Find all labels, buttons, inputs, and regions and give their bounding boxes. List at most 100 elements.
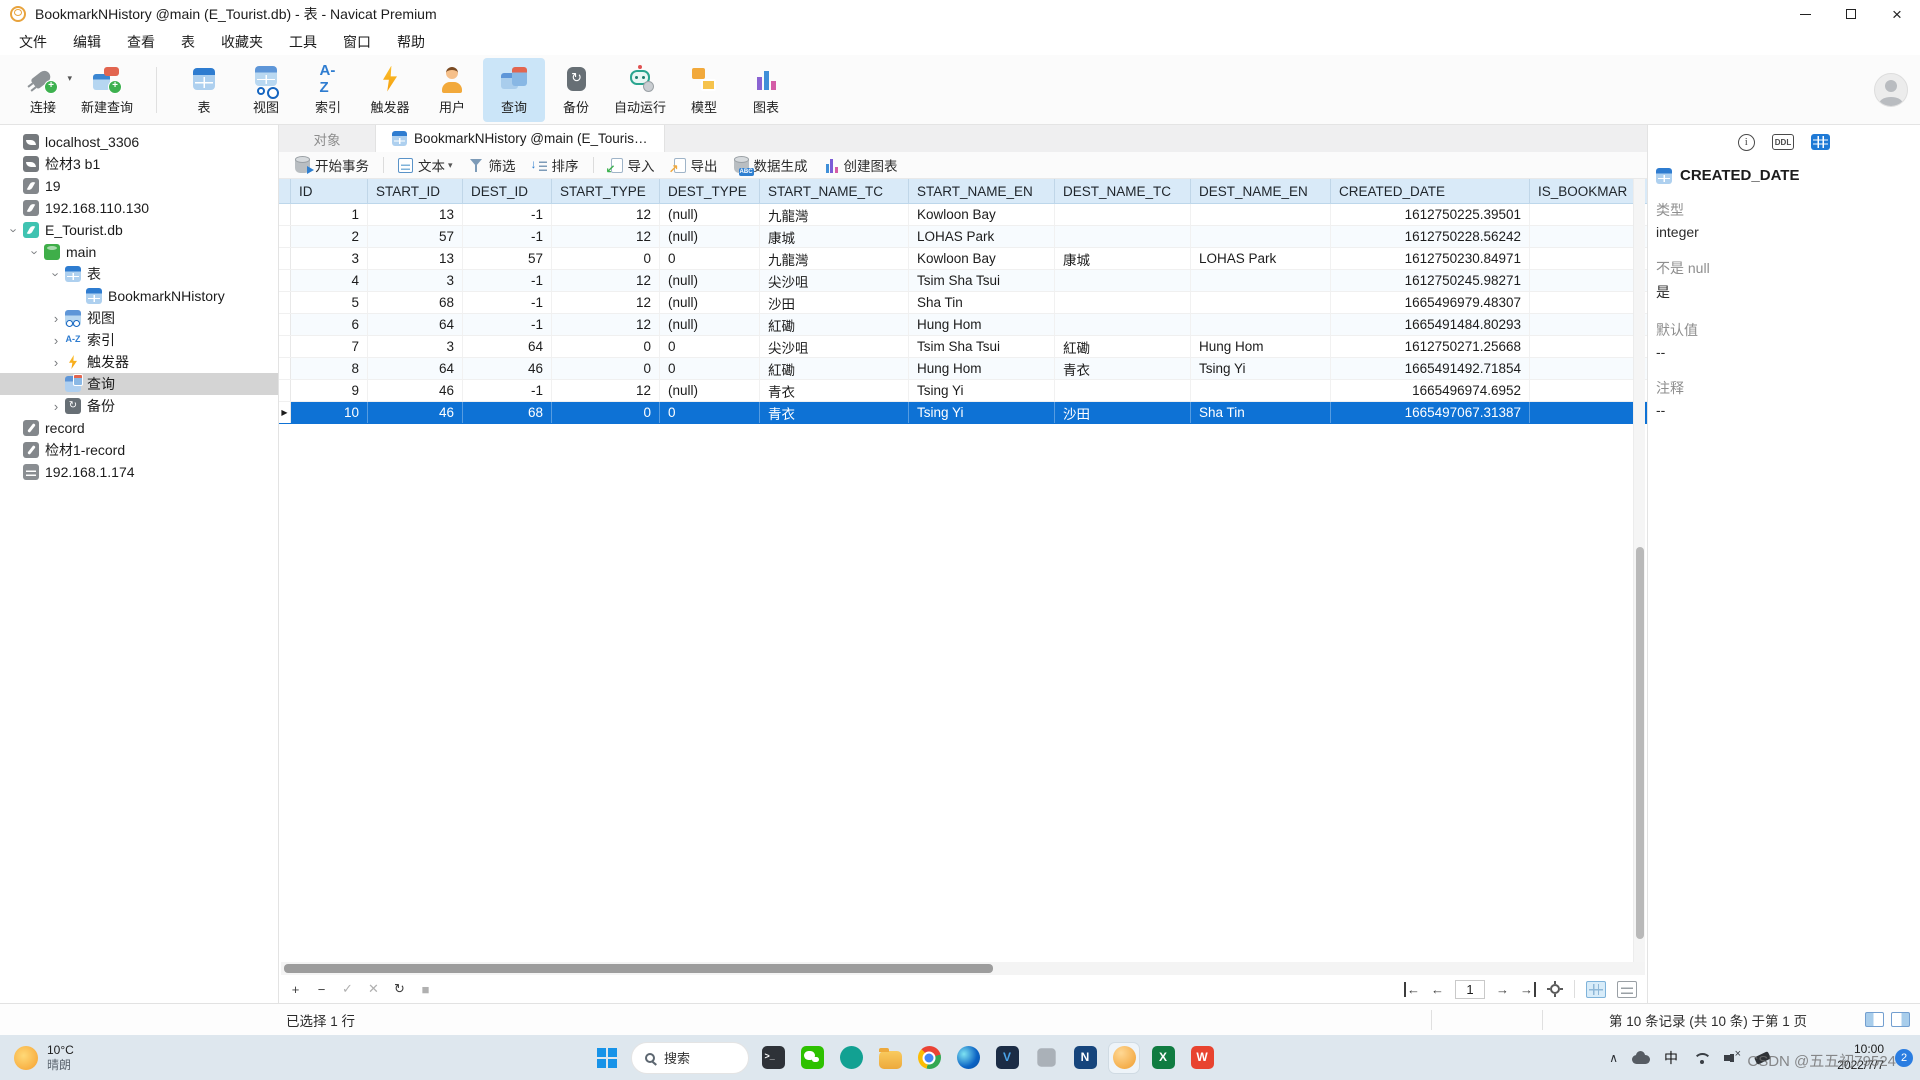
app-teal-icon[interactable]: [836, 1043, 866, 1073]
navicat-icon[interactable]: [1070, 1043, 1100, 1073]
tree-item[interactable]: localhost_3306: [0, 131, 278, 153]
wechat-icon[interactable]: [797, 1043, 827, 1073]
grid-cell[interactable]: [1530, 292, 1647, 313]
grid-cell[interactable]: 康城: [760, 226, 909, 247]
notification-badge[interactable]: 2: [1895, 1049, 1913, 1067]
tree-item[interactable]: 查询: [0, 373, 278, 395]
table-row[interactable]: 946-112(null)青衣Tsing Yi1665496974.6952: [279, 380, 1647, 402]
column-header[interactable]: ID: [291, 179, 368, 203]
grid-cell[interactable]: -1: [463, 314, 552, 335]
tree-item[interactable]: ›E_Tourist.db: [0, 219, 278, 241]
grid-cell[interactable]: [1530, 336, 1647, 357]
volume-muted-icon[interactable]: [1724, 1052, 1741, 1064]
excel-icon[interactable]: [1148, 1043, 1178, 1073]
table-row[interactable]: 113-112(null)九龍灣Kowloon Bay1612750225.39…: [279, 204, 1647, 226]
toolbar-button-connection[interactable]: ▾连接: [12, 58, 74, 122]
grid-cell[interactable]: 1612750228.56242: [1331, 226, 1530, 247]
app-gray-icon[interactable]: [1031, 1043, 1061, 1073]
tree-item[interactable]: 192.168.110.130: [0, 197, 278, 219]
grid-cell[interactable]: [1191, 270, 1331, 291]
column-header[interactable]: CREATED_DATE: [1331, 179, 1530, 203]
grid-cell[interactable]: 64: [368, 314, 463, 335]
grid-cell[interactable]: 1665496979.48307: [1331, 292, 1530, 313]
gridtoolbar-button-export[interactable]: 导出: [663, 152, 726, 178]
grid-cell[interactable]: Kowloon Bay: [909, 204, 1055, 225]
grid-cell[interactable]: [1055, 380, 1191, 401]
menu-item[interactable]: 收藏夹: [208, 29, 276, 55]
grid-cell[interactable]: 1612750225.39501: [1331, 204, 1530, 225]
grid-cell[interactable]: [1191, 380, 1331, 401]
grid-cell[interactable]: 57: [368, 226, 463, 247]
grid-cell[interactable]: 46: [463, 358, 552, 379]
close-button[interactable]: ×: [1874, 0, 1920, 28]
previous-page-button[interactable]: [1431, 982, 1444, 997]
taskbar-search[interactable]: 搜索: [631, 1042, 749, 1074]
tree-item[interactable]: ›触发器: [0, 351, 278, 373]
table-row[interactable]: 736400尖沙咀Tsim Sha Tsui紅磡Hung Hom16127502…: [279, 336, 1647, 358]
grid-cell[interactable]: (null): [660, 270, 760, 291]
tree-item[interactable]: BookmarkNHistory: [0, 285, 278, 307]
toolbar-button-view[interactable]: 视图: [235, 58, 297, 122]
delete-record-button[interactable]: −: [315, 982, 328, 997]
grid-cell[interactable]: 1665491492.71854: [1331, 358, 1530, 379]
grid-cell[interactable]: (null): [660, 204, 760, 225]
horizontal-scrollbar-thumb[interactable]: [284, 964, 993, 973]
gridtoolbar-button-data-generation[interactable]: 数据生成: [726, 152, 816, 178]
grid-cell[interactable]: Tsim Sha Tsui: [909, 336, 1055, 357]
menu-item[interactable]: 工具: [276, 29, 330, 55]
grid-cell[interactable]: 57: [463, 248, 552, 269]
tree-item[interactable]: 192.168.1.174: [0, 461, 278, 483]
info-icon[interactable]: [1738, 134, 1755, 151]
minimize-button[interactable]: [1782, 0, 1828, 28]
gridtoolbar-button-sort[interactable]: 排序: [524, 152, 587, 178]
grid-cell[interactable]: [1530, 402, 1647, 423]
table-row[interactable]: 664-112(null)紅磡Hung Hom1665491484.80293: [279, 314, 1647, 336]
add-record-button[interactable]: +: [289, 982, 302, 997]
table-row[interactable]: 3135700九龍灣Kowloon Bay康城LOHAS Park1612750…: [279, 248, 1647, 270]
column-header[interactable]: IS_BOOKMAR: [1530, 179, 1647, 203]
grid-cell[interactable]: 3: [368, 270, 463, 291]
table-row[interactable]: 257-112(null)康城LOHAS Park1612750228.5624…: [279, 226, 1647, 248]
grid-cell[interactable]: [1191, 204, 1331, 225]
wps-icon[interactable]: [1187, 1043, 1217, 1073]
start-button[interactable]: [592, 1043, 622, 1073]
terminal-icon[interactable]: [758, 1043, 788, 1073]
grid-cell[interactable]: [1530, 358, 1647, 379]
grid-cell[interactable]: 0: [552, 336, 660, 357]
tree-item[interactable]: record: [0, 417, 278, 439]
refresh-button[interactable]: ↻: [393, 981, 406, 997]
gridtoolbar-button-filter[interactable]: 筛选: [461, 152, 524, 178]
grid-cell[interactable]: 46: [368, 402, 463, 423]
grid-cell[interactable]: (null): [660, 380, 760, 401]
grid-cell[interactable]: [1191, 292, 1331, 313]
user-avatar[interactable]: [1874, 73, 1908, 107]
first-page-button[interactable]: [1404, 982, 1420, 997]
grid-cell[interactable]: 青衣: [760, 402, 909, 423]
table-row[interactable]: ▶10466800青衣Tsing Yi沙田Sha Tin1665497067.3…: [279, 402, 1647, 424]
grid-view-toggle[interactable]: [1586, 981, 1606, 998]
grid-cell[interactable]: [1530, 248, 1647, 269]
grid-cell[interactable]: 68: [463, 402, 552, 423]
grid-cell[interactable]: [1055, 226, 1191, 247]
grid-cell[interactable]: Tsim Sha Tsui: [909, 270, 1055, 291]
tab-objects[interactable]: 对象: [279, 125, 375, 152]
grid-cell[interactable]: 0: [660, 248, 760, 269]
grid-cell[interactable]: 5: [291, 292, 368, 313]
vertical-scrollbar[interactable]: [1633, 179, 1645, 962]
grid-cell[interactable]: [1055, 270, 1191, 291]
grid-cell[interactable]: [1530, 226, 1647, 247]
grid-cell[interactable]: 紅磡: [760, 314, 909, 335]
tree-item[interactable]: ›main: [0, 241, 278, 263]
grid-cell[interactable]: 64: [463, 336, 552, 357]
column-header[interactable]: DEST_ID: [463, 179, 552, 203]
table-row[interactable]: 8644600紅磡Hung Hom青衣Tsing Yi1665491492.71…: [279, 358, 1647, 380]
grid-cell[interactable]: (null): [660, 226, 760, 247]
grid-cell[interactable]: 1: [291, 204, 368, 225]
grid-cell[interactable]: 13: [368, 204, 463, 225]
grid-info-icon[interactable]: [1811, 134, 1830, 150]
grid-cell[interactable]: 沙田: [1055, 402, 1191, 423]
weather-widget[interactable]: 10°C 晴朗: [14, 1043, 74, 1073]
grid-cell[interactable]: 九龍灣: [760, 204, 909, 225]
grid-cell[interactable]: 0: [552, 248, 660, 269]
table-row[interactable]: 568-112(null)沙田Sha Tin1665496979.48307: [279, 292, 1647, 314]
